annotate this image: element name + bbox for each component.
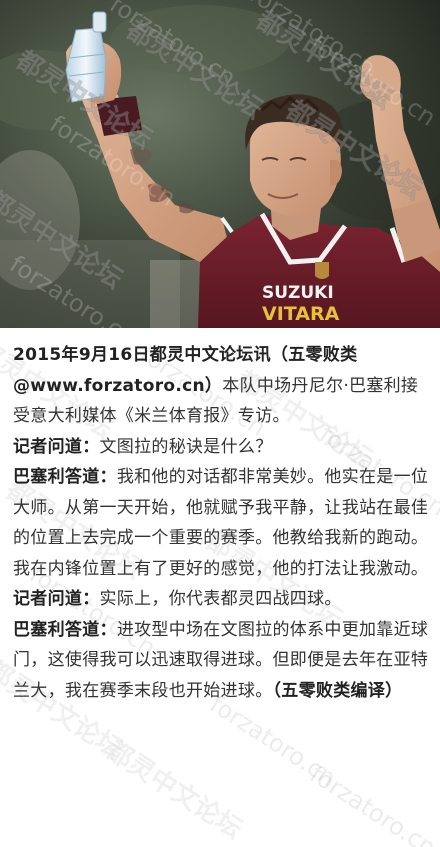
question-label: 记者问道：	[13, 589, 100, 609]
article-photo: SUZUKI VITARA forzatoro.cn 都灵中文论坛 forzat…	[0, 0, 440, 328]
article-intro: 2015年9月16日都灵中文论坛讯（五零败类@www.forzatoro.cn）…	[13, 340, 433, 432]
page: SUZUKI VITARA forzatoro.cn 都灵中文论坛 forzat…	[0, 0, 440, 847]
article-body: 2015年9月16日都灵中文论坛讯（五零败类@www.forzatoro.cn）…	[13, 340, 433, 706]
question-2: 记者问道：实际上，你代表都灵四战四球。	[13, 584, 433, 615]
question-label: 记者问道：	[13, 436, 100, 457]
watermark-cn: 都灵中文论坛	[100, 735, 248, 846]
answer-label: 巴塞利答道：	[13, 467, 117, 487]
answer-2: 巴塞利答道：进攻型中场在文图拉的体系中更加靠近球门，这使得我可以迅速取得进球。但…	[13, 615, 433, 707]
question-text: 文图拉的秘诀是什么？	[99, 436, 273, 457]
answer-label: 巴塞利答道：	[13, 619, 117, 640]
question-1: 记者问道：文图拉的秘诀是什么？	[13, 432, 433, 463]
jersey-sponsor-bottom: VITARA	[262, 303, 340, 325]
translator-credit: （五零败类编译）	[272, 680, 403, 701]
player-photo: SUZUKI VITARA	[0, 0, 440, 328]
watermark-url: forzatoro.cn	[304, 760, 440, 847]
question-text: 实际上，你代表都灵四战四球。	[99, 589, 342, 609]
jersey-sponsor-top: SUZUKI	[262, 283, 334, 303]
answer-1: 巴塞利答道：我和他的对话都非常美妙。他实在是一位大师。从第一天开始，他就赋予我平…	[13, 462, 433, 584]
